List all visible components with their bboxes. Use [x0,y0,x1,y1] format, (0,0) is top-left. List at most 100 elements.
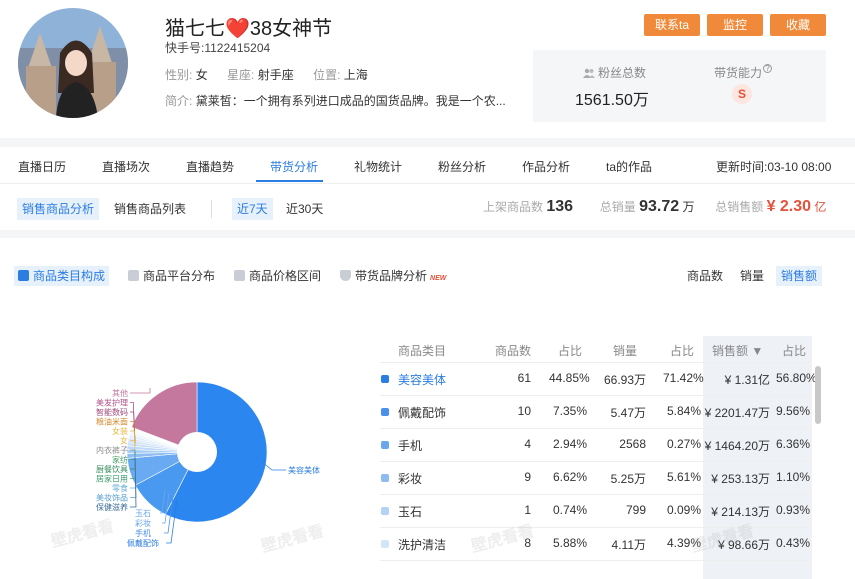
volume-unit: 万 [682,200,695,214]
cell-count: 1 [524,503,531,517]
tab-fan-analysis[interactable]: 粉丝分析 [438,158,486,175]
metric-count-option[interactable]: 商品数 [682,266,728,286]
cell-count: 61 [517,371,531,385]
profile-meta: 性别: 女 星座: 射手座 位置: 上海 [165,66,384,83]
fans-label: 粉丝总数 [583,64,646,81]
cell-volume: 5.25万 [610,472,646,486]
tab-platform-distribution[interactable]: 商品平台分布 [124,266,219,286]
cell-volume-pct: 0.27% [666,437,701,451]
pie-label: 手机 [135,528,151,538]
range-7-days[interactable]: 近7天 [232,198,273,220]
pie-label: 美发护理 [96,398,128,408]
cell-amount: ¥ 2201.47万 [704,406,770,420]
pie-label: 女 [120,436,128,446]
pie-leader-line [130,388,151,394]
capability-badge: S [732,84,752,104]
category-name: 手机 [398,439,423,453]
pie-label: 美容美体 [288,465,320,475]
pie-label: 彩妆 [135,518,151,528]
cell-volume-pct: 5.84% [666,404,701,418]
tab-price-label: 商品价格区间 [249,269,322,283]
category-name: 洗护清洁 [398,538,447,552]
cell-amount: ¥ 253.13万 [711,472,770,486]
cell-volume: 5.47万 [610,406,646,420]
list-icon [128,270,139,281]
tag-icon [234,270,245,281]
cell-count-pct: 5.88% [552,536,587,550]
divider [380,362,812,363]
bio: 简介: 黛莱皙：一个拥有系列进口成品的国货品牌。我是一个农... [165,92,515,109]
uid-value: 1122415204 [204,41,271,55]
sales-analysis-option[interactable]: 销售商品分析 [17,198,100,220]
divider [380,395,812,396]
cell-amount-pct: 0.93% [776,503,811,517]
contact-button[interactable]: 联系ta [644,14,700,36]
tab-live-calendar[interactable]: 直播日历 [18,158,66,175]
volume-value: 93.72 [639,198,680,215]
divider [380,560,812,561]
tab-sales-analysis[interactable]: 带货分析 [270,158,318,175]
location-value: 上海 [343,68,368,82]
pie-label: 保健滋养 [96,502,128,512]
pie-label: 玉石 [135,509,151,518]
fans-value: 1561.50万 [575,92,649,109]
divider [211,200,212,218]
capability-label-text: 带货能力 [714,66,763,80]
cell-volume: 66.93万 [604,373,647,387]
header-amount[interactable]: 销售额 ▼ [712,342,763,359]
tab-gift-stats[interactable]: 礼物统计 [354,158,402,175]
cell-count-pct: 6.62% [552,470,587,484]
tab-their-works[interactable]: ta的作品 [606,158,652,175]
pie-label: 女装 [112,426,128,436]
cell-count-pct: 2.94% [552,437,587,451]
pie-right-label: 美容美体 [261,461,320,475]
category-color-dot [381,441,389,449]
header-volume[interactable]: 销量 [613,342,637,359]
pie-label: 其他 [112,388,128,398]
cell-amount-pct: 0.43% [776,536,811,550]
cell-count: 4 [524,437,531,451]
cell-volume-pct: 71.42% [663,371,704,385]
tab-live-trend[interactable]: 直播趋势 [186,158,234,175]
cell-volume: 4.11万 [611,538,646,552]
range-30-days[interactable]: 近30天 [281,198,328,220]
fans-label-text: 粉丝总数 [598,66,647,80]
cell-amount: ¥ 1464.20万 [704,439,770,453]
category-name: 玉石 [398,505,423,519]
cell-volume-pct: 0.09% [666,503,701,517]
cell-amount-pct: 1.10% [776,470,811,484]
metric-volume-option[interactable]: 销量 [735,266,769,286]
active-tab-underline [256,180,323,182]
capability-label: 带货能力? [714,64,773,81]
header-count-pct[interactable]: 占比 [558,342,582,359]
tab-live-sessions[interactable]: 直播场次 [102,158,150,175]
pie-label: 内衣裤子 [96,445,128,455]
avatar [18,8,128,118]
cell-count-pct: 0.74% [552,503,587,517]
monitor-button[interactable]: 监控 [707,14,763,36]
category-color-dot [381,375,389,383]
cell-amount: ¥ 1.31亿 [724,373,770,387]
header-amount-pct[interactable]: 占比 [782,342,806,359]
table-scrollbar[interactable] [815,366,821,424]
cell-count-pct: 44.85% [549,371,590,385]
sales-list-option[interactable]: 销售商品列表 [109,198,191,220]
metric-amount-option[interactable]: 销售额 [776,266,823,286]
header-volume-pct[interactable]: 占比 [670,342,694,359]
help-icon[interactable]: ? [763,64,773,73]
header-count[interactable]: 商品数 [495,342,531,359]
gender-value: 女 [195,68,208,82]
pie-hole [177,432,217,472]
tab-platform-label: 商品平台分布 [143,269,216,283]
cell-amount-pct: 9.56% [776,404,811,418]
category-name: 彩妆 [398,472,423,486]
category-color-dot [381,507,389,515]
uid-label: 快手号: [165,41,205,55]
update-time: 更新时间:03-10 08:00 [716,160,832,174]
location-label: 位置: [313,68,341,82]
tab-price-range[interactable]: 商品价格区间 [230,266,325,286]
tab-works-analysis[interactable]: 作品分析 [522,158,570,175]
tab-category-composition[interactable]: 商品类目构成 [14,266,110,286]
tab-brand-analysis[interactable]: 带货品牌分析 NEW [336,266,450,286]
favorite-button[interactable]: 收藏 [770,14,826,36]
